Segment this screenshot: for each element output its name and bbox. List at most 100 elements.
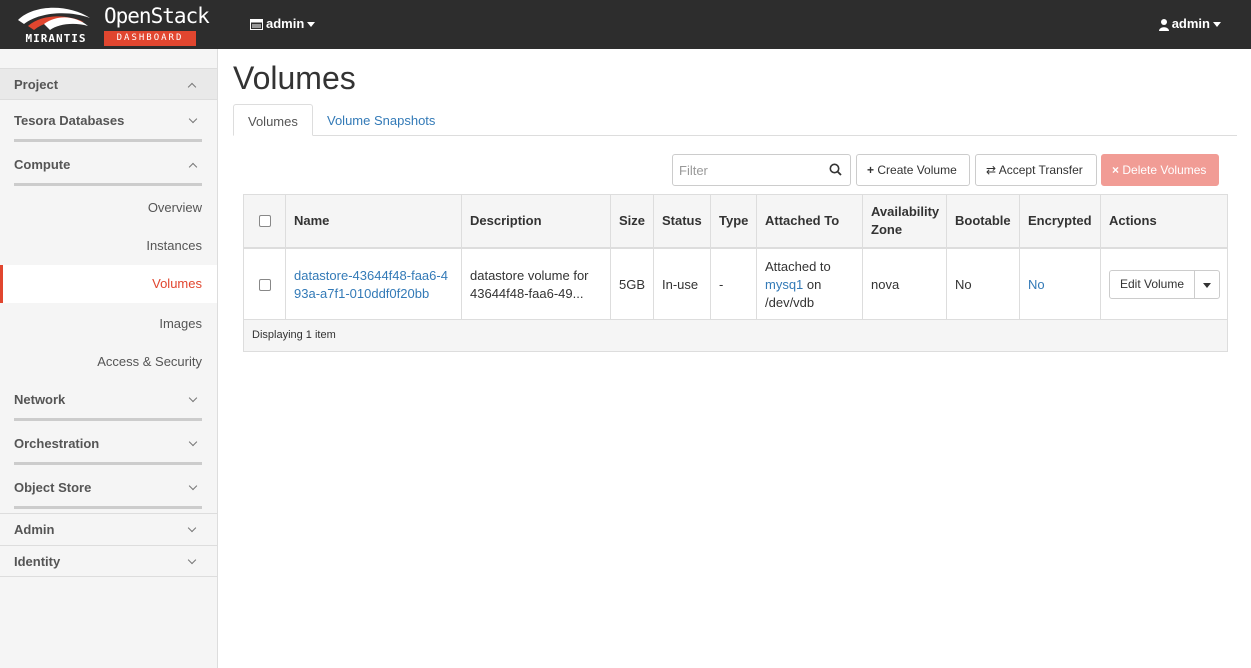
volume-size: 5GB — [611, 249, 654, 320]
search-icon[interactable] — [829, 163, 842, 176]
page-title: Volumes — [233, 60, 356, 96]
header-checkbox-cell — [244, 195, 286, 247]
volume-type: - — [711, 249, 757, 320]
volume-encrypted-cell: No — [1020, 249, 1101, 320]
row-checkbox[interactable] — [258, 278, 271, 291]
select-all-checkbox[interactable] — [258, 215, 271, 227]
sidebar-section-project[interactable]: Project — [0, 68, 217, 100]
table-header: Name Description Size Status Type Attach… — [244, 195, 1227, 249]
column-header-type[interactable]: Type — [711, 195, 757, 247]
filter-input[interactable] — [673, 155, 823, 185]
sidebar-item-label: Overview — [147, 200, 202, 215]
brand-logo[interactable]: MIRANTIS OpenStack DASHBOARD — [10, 4, 210, 46]
column-header-bootable[interactable]: Bootable — [947, 195, 1020, 247]
sidebar-group-label: Network — [14, 392, 66, 407]
delete-volumes-button[interactable]: × Delete Volumes — [1101, 154, 1219, 186]
sidebar-group-label: Compute — [14, 157, 71, 172]
sidebar-group-label: Orchestration — [14, 436, 100, 451]
column-header-name[interactable]: Name — [286, 195, 462, 247]
sidebar-item-overview[interactable]: Overview — [0, 189, 217, 227]
sidebar-section-label: Project — [14, 77, 59, 92]
sidebar-item-label: Volumes — [152, 276, 202, 291]
volume-bootable: No — [947, 249, 1020, 320]
column-header-actions: Actions — [1109, 213, 1157, 228]
project-switcher-label: admin — [266, 16, 305, 31]
chevron-down-icon — [307, 22, 316, 28]
row-actions-cell: Edit Volume — [1101, 249, 1229, 320]
sidebar-item-label: Access & Security — [97, 354, 202, 369]
attached-suffix: on — [806, 276, 822, 292]
plus-icon: + — [867, 163, 875, 177]
exchange-icon: ⇄ — [986, 163, 997, 177]
chevron-down-icon — [188, 437, 198, 447]
volume-status: In-use — [654, 249, 711, 320]
chevron-down-icon — [187, 555, 197, 565]
tab-bar: Volumes Volume Snapshots — [233, 104, 1237, 136]
volume-availability-zone: nova — [863, 249, 947, 320]
chevron-down-icon — [188, 114, 198, 124]
brand-subtitle: DASHBOARD — [104, 31, 196, 46]
tab-volume-snapshots[interactable]: Volume Snapshots — [313, 104, 449, 136]
sidebar-section-admin[interactable]: Admin — [0, 513, 217, 545]
more-actions-dropdown[interactable] — [1194, 270, 1220, 299]
volume-name-link[interactable]: datastore-43644f48-faa6-493a-a7f1-010ddf… — [294, 267, 453, 303]
sidebar-group-network[interactable]: Network — [14, 383, 202, 421]
sidebar-group-orchestration[interactable]: Orchestration — [14, 427, 202, 465]
table-footer: Displaying 1 item — [244, 320, 1227, 351]
chevron-down-icon — [187, 523, 197, 533]
table-row: datastore-43644f48-faa6-493a-a7f1-010ddf… — [244, 249, 1227, 320]
sidebar-group-label: Object Store — [14, 480, 92, 495]
delete-volumes-label: Delete Volumes — [1122, 163, 1207, 177]
sidebar-group-label: Tesora Databases — [14, 113, 125, 128]
user-menu[interactable]: admin — [1158, 16, 1221, 31]
edit-volume-button[interactable]: Edit Volume — [1109, 270, 1195, 299]
sidebar-group-object-store[interactable]: Object Store — [14, 471, 202, 509]
filter-box — [672, 154, 851, 186]
sidebar-item-instances[interactable]: Instances — [0, 227, 217, 265]
sidebar-group-tesora[interactable]: Tesora Databases — [14, 104, 202, 142]
sidebar-item-label: Images — [159, 316, 202, 331]
volume-attached-to: Attached to mysq1 on /dev/vdb — [757, 249, 863, 320]
row-checkbox-cell — [244, 249, 286, 320]
chevron-down-icon — [188, 393, 198, 403]
attached-device: /dev/vdb — [765, 294, 815, 310]
sidebar-section-label: Admin — [14, 522, 55, 537]
volume-encrypted-link[interactable]: No — [1028, 276, 1045, 294]
volume-description: datastore volume for 43644f48-faa6-49... — [462, 249, 611, 320]
item-count: Displaying 1 item — [252, 329, 336, 341]
column-header-encrypted[interactable]: Encrypted — [1020, 195, 1101, 247]
project-switcher[interactable]: admin — [250, 16, 316, 31]
accept-transfer-label: Accept Transfer — [998, 163, 1083, 177]
sidebar-section-identity[interactable]: Identity — [0, 545, 217, 577]
sidebar-section-label: Identity — [14, 554, 61, 569]
row-action-group: Edit Volume — [1109, 270, 1220, 299]
column-header-attached-to[interactable]: Attached To — [757, 195, 863, 247]
project-icon — [250, 19, 263, 31]
user-icon — [1158, 18, 1169, 31]
sidebar-item-volumes[interactable]: Volumes — [0, 265, 217, 303]
attached-instance-link[interactable]: mysq1 — [765, 277, 803, 292]
column-header-status[interactable]: Status — [654, 195, 711, 247]
close-icon: × — [1112, 163, 1120, 177]
sidebar-group-compute[interactable]: Compute — [14, 148, 202, 186]
create-volume-label: Create Volume — [877, 163, 957, 177]
sidebar-item-access-security[interactable]: Access & Security — [0, 343, 217, 381]
brand-company: MIRANTIS — [25, 32, 87, 45]
sidebar: Project Tesora Databases Compute Overvie… — [0, 49, 218, 668]
chevron-down-icon — [1213, 22, 1221, 28]
sidebar-item-images[interactable]: Images — [0, 305, 217, 343]
chevron-up-icon — [187, 82, 197, 92]
column-header-availability-zone[interactable]: Availability Zone — [863, 195, 947, 247]
column-header-description[interactable]: Description — [462, 195, 611, 247]
accept-transfer-button[interactable]: ⇄ Accept Transfer — [975, 154, 1097, 186]
brand-product: OpenStack — [104, 4, 210, 28]
top-navbar: MIRANTIS OpenStack DASHBOARD admin admin — [0, 0, 1251, 49]
volume-name-cell: datastore-43644f48-faa6-493a-a7f1-010ddf… — [286, 249, 462, 320]
user-menu-label: admin — [1171, 16, 1210, 31]
chevron-down-icon — [188, 481, 198, 491]
column-header-size[interactable]: Size — [611, 195, 654, 247]
chevron-down-icon — [1203, 283, 1211, 288]
sidebar-item-label: Instances — [146, 238, 202, 253]
tab-volumes[interactable]: Volumes — [233, 104, 313, 136]
create-volume-button[interactable]: + Create Volume — [856, 154, 970, 186]
